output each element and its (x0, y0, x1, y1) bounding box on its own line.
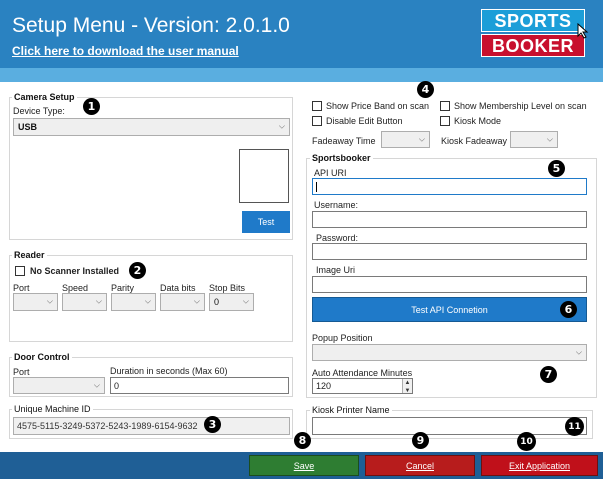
popup-position-label: Popup Position (312, 333, 373, 343)
chevron-down-icon: ⌵ (144, 296, 151, 306)
machine-id-legend: Unique Machine ID (12, 404, 93, 414)
page-title: Setup Menu - Version: 2.0.1.0 (12, 14, 290, 37)
door-port-select[interactable]: ⌵ (13, 377, 105, 394)
badge-4: 4 (417, 81, 434, 98)
fadeaway-time-label: Fadeaway Time (312, 136, 376, 146)
chevron-down-icon: ⌵ (418, 134, 425, 143)
reader-port-select[interactable]: ⌵ (13, 293, 58, 311)
camera-test-button[interactable]: Test (242, 211, 290, 233)
text-cursor (316, 181, 317, 192)
kiosk-mode-checkbox[interactable] (440, 116, 450, 126)
chevron-down-icon: ⌵ (46, 296, 53, 306)
printer-legend: Kiosk Printer Name (310, 405, 392, 415)
kiosk-fadeaway-select[interactable]: ⌵ (510, 131, 558, 148)
header-strip (0, 68, 603, 82)
chevron-down-icon: ⌵ (95, 296, 102, 306)
reader-speed-label: Speed (62, 283, 89, 293)
chevron-down-icon: ⌵ (93, 380, 100, 389)
badge-7: 7 (540, 366, 557, 383)
logo-booker-text: BOOKER (481, 34, 585, 57)
badge-2: 2 (129, 262, 146, 279)
password-input[interactable] (312, 243, 587, 260)
sportsbooker-logo: SPORTS BOOKER (481, 9, 593, 58)
no-scanner-checkbox[interactable] (15, 266, 25, 276)
save-button[interactable]: Save (249, 455, 359, 476)
auto-attendance-label: Auto Attendance Minutes (312, 368, 413, 378)
chevron-down-icon: ⌵ (546, 134, 553, 143)
popup-position-select[interactable]: ⌵ (312, 344, 587, 361)
stop-bits-value: 0 (214, 297, 220, 307)
spinner-arrows-icon[interactable]: ▲ ▼ (402, 379, 412, 394)
reader-data-bits-select[interactable]: ⌵ (160, 293, 205, 311)
reader-speed-select[interactable]: ⌵ (62, 293, 107, 311)
reader-stop-bits-select[interactable]: 0 ⌵ (209, 293, 254, 311)
chevron-down-icon: ⌵ (242, 296, 249, 306)
badge-11: 11 (565, 417, 584, 436)
badge-8: 8 (294, 432, 311, 449)
chevron-down-icon: ⌵ (193, 296, 200, 306)
api-uri-input[interactable] (312, 178, 587, 195)
chevron-down-icon: ⌵ (575, 347, 582, 356)
kiosk-fadeaway-label: Kiosk Fadeaway (441, 136, 508, 146)
cancel-button[interactable]: Cancel (365, 455, 475, 476)
fadeaway-time-select[interactable]: ⌵ (381, 131, 430, 148)
exit-application-button[interactable]: Exit Application (481, 455, 598, 476)
reader-port-label: Port (13, 283, 30, 293)
device-type-label: Device Type: (13, 106, 65, 116)
auto-attendance-value: 120 (316, 381, 332, 391)
badge-3: 3 (204, 416, 221, 433)
printer-name-input[interactable] (312, 417, 587, 435)
reader-parity-select[interactable]: ⌵ (111, 293, 156, 311)
image-uri-input[interactable] (312, 276, 587, 293)
show-price-band-label: Show Price Band on scan (326, 101, 430, 111)
auto-attendance-spinner[interactable]: 120 ▲ ▼ (312, 378, 413, 394)
api-uri-label: API URI (314, 168, 347, 178)
door-control-legend: Door Control (12, 352, 72, 362)
chevron-down-icon: ⌵ (278, 121, 285, 131)
reader-legend: Reader (12, 250, 47, 260)
show-membership-checkbox[interactable] (440, 101, 450, 111)
sportsbooker-legend: Sportsbooker (310, 153, 373, 163)
machine-id-field: 4575-5115-3249-5372-5243-1989-6154-9632 (13, 417, 290, 435)
door-port-label: Port (13, 367, 30, 377)
duration-label: Duration in seconds (Max 60) (110, 366, 228, 376)
test-api-button[interactable]: Test API Connetion (312, 297, 587, 322)
disable-edit-checkbox[interactable] (312, 116, 322, 126)
camera-preview (239, 149, 289, 203)
badge-5: 5 (548, 160, 565, 177)
reader-parity-label: Parity (111, 283, 135, 293)
user-manual-link[interactable]: Click here to download the user manual (12, 44, 239, 58)
device-type-select[interactable]: USB ⌵ (13, 118, 290, 136)
reader-stop-bits-label: Stop Bits (209, 283, 246, 293)
username-label: Username: (314, 200, 359, 210)
image-uri-label: Image Uri (316, 265, 356, 275)
show-price-band-checkbox[interactable] (312, 101, 322, 111)
no-scanner-label: No Scanner Installed (30, 266, 120, 276)
cursor-icon (577, 23, 589, 39)
username-input[interactable] (312, 211, 587, 228)
duration-input[interactable]: 0 (110, 377, 289, 394)
reader-data-bits-label: Data bits (160, 283, 196, 293)
device-type-value: USB (18, 122, 38, 132)
kiosk-mode-label: Kiosk Mode (454, 116, 502, 126)
badge-10: 10 (517, 432, 536, 451)
badge-6: 6 (560, 301, 577, 318)
logo-sports-text: SPORTS (481, 9, 585, 32)
badge-1: 1 (83, 98, 100, 115)
camera-setup-legend: Camera Setup (12, 92, 77, 102)
password-label: Password: (316, 233, 359, 243)
badge-9: 9 (412, 432, 429, 449)
disable-edit-label: Disable Edit Button (326, 116, 403, 126)
show-membership-label: Show Membership Level on scan (454, 101, 587, 111)
